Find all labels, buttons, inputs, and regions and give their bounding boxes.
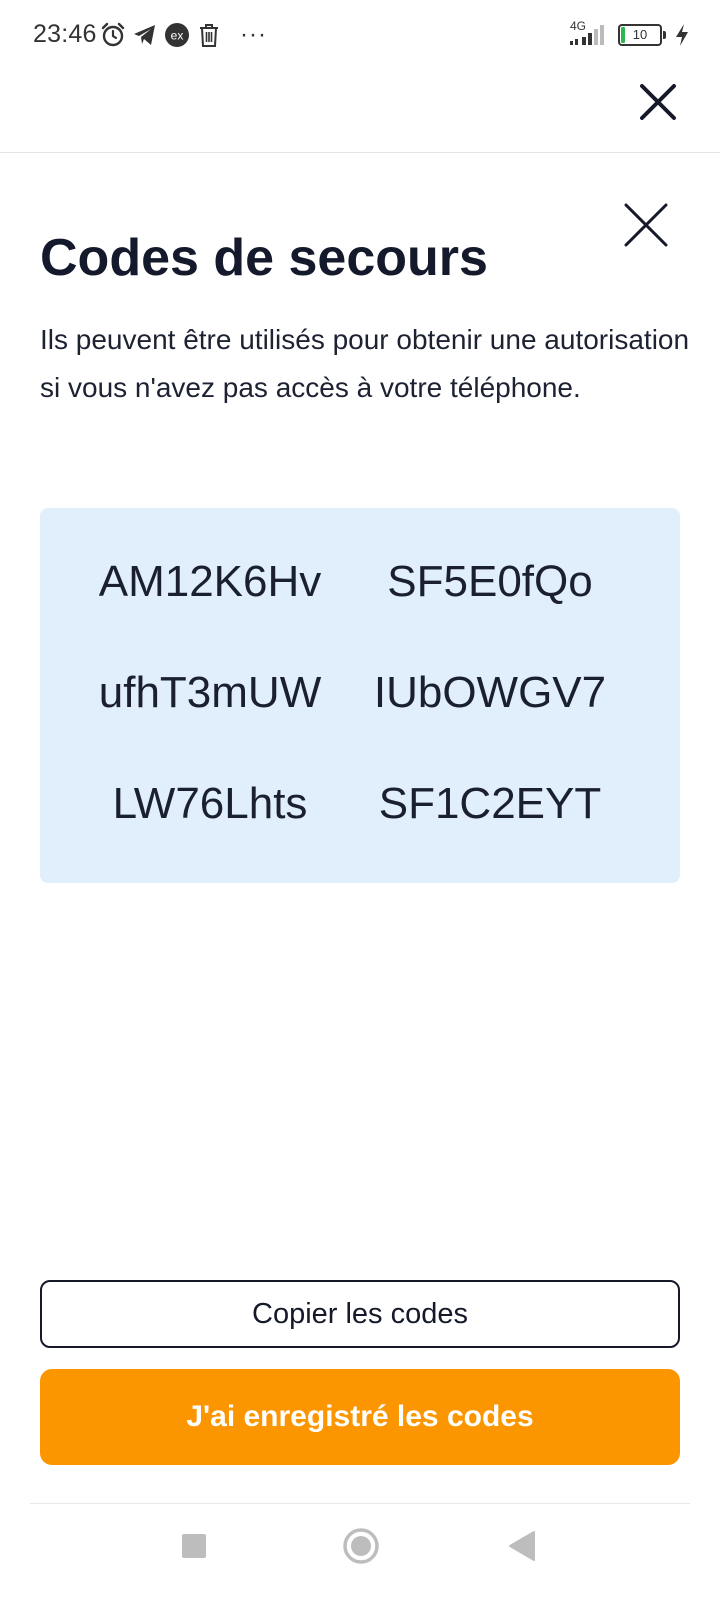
close-sheet-icon[interactable]	[623, 202, 669, 248]
backup-code: SF1C2EYT	[378, 779, 602, 828]
description-text: Ils peuvent être utilisés pour obtenir u…	[40, 324, 690, 403]
nav-bar	[0, 1504, 720, 1600]
alarm-icon	[101, 22, 125, 47]
codes-saved-button[interactable]: J'ai enregistré les codes	[40, 1369, 680, 1465]
backup-code: IUbOWGV7	[373, 668, 607, 717]
backup-code: ufhT3mUW	[98, 668, 322, 717]
status-bar: 23:46 ex ··· 4G 10	[0, 0, 720, 70]
signal-icon: 4G	[568, 19, 612, 49]
copy-codes-button[interactable]: Copier les codes	[40, 1280, 680, 1348]
battery-level: 10	[632, 27, 648, 42]
telegram-icon	[134, 25, 155, 45]
ex-icon: ex	[165, 23, 189, 47]
close-icon[interactable]	[636, 80, 680, 124]
backup-code: AM12K6Hv	[98, 557, 322, 606]
screen: 23:46 ex ··· 4G 10 Codes de secours Ils …	[0, 0, 720, 1600]
page-title: Codes de secours	[40, 229, 488, 287]
status-time: 23:46	[33, 20, 97, 48]
battery-icon: 10	[618, 24, 666, 46]
svg-text:ex: ex	[171, 29, 184, 43]
backup-codes-box: AM12K6Hv SF5E0fQo ufhT3mUW IUbOWGV7 LW76…	[40, 508, 680, 883]
trash-icon	[200, 24, 218, 47]
status-icons-left: ex ···	[100, 20, 267, 50]
back-triangle-icon[interactable]	[508, 1530, 536, 1562]
recents-square-icon[interactable]	[182, 1534, 206, 1558]
backup-code: LW76Lhts	[112, 779, 308, 828]
more-dots-icon: ···	[240, 21, 267, 48]
backup-code: SF5E0fQo	[387, 557, 593, 606]
status-icons-right: 4G 10	[568, 19, 690, 50]
charging-bolt-icon	[676, 24, 688, 46]
app-bar	[0, 70, 720, 153]
home-circle-icon[interactable]	[342, 1527, 380, 1565]
